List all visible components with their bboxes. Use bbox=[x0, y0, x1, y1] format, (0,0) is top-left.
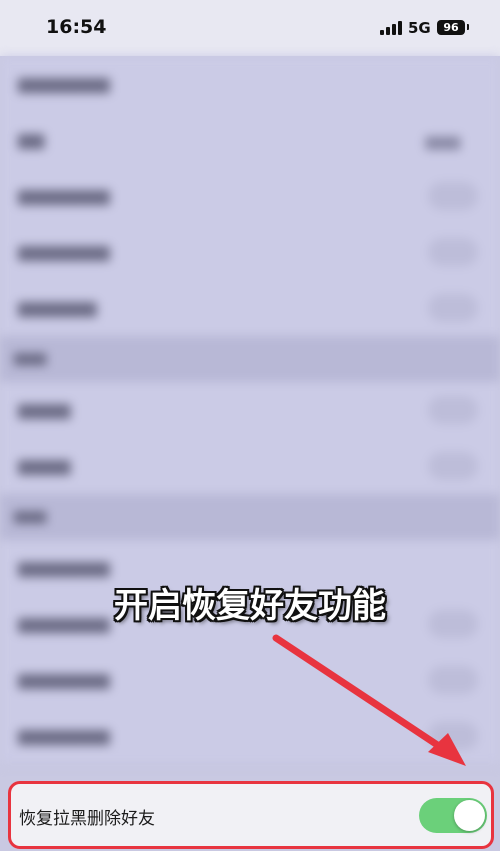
settings-row[interactable]: ▆▆▆▆▆▆▆ bbox=[0, 56, 500, 113]
setting-label: 恢复拉黑删除好友 bbox=[19, 809, 155, 829]
settings-row[interactable]: ▆▆▆▆▆▆▆ bbox=[0, 708, 500, 765]
settings-row[interactable]: ▆▆▆▆▆▆▆ bbox=[0, 652, 500, 709]
network-type: 5G bbox=[408, 19, 431, 37]
settings-row[interactable]: ▆▆▆▆▆▆▆ bbox=[0, 224, 500, 281]
settings-row[interactable]: ▆▆▆▆ bbox=[0, 438, 500, 495]
status-time: 16:54 bbox=[46, 16, 107, 38]
battery-tip bbox=[467, 24, 469, 30]
cellular-signal-icon bbox=[380, 21, 402, 35]
section-header: ▆▆▆ bbox=[0, 336, 500, 382]
restore-friends-toggle[interactable] bbox=[419, 798, 487, 833]
settings-row[interactable]: ▆▆▆▆▆▆ bbox=[0, 280, 500, 337]
section-header: ▆▆▆ bbox=[0, 494, 500, 540]
instruction-caption: 开启恢复好友功能 bbox=[114, 586, 386, 626]
settings-row[interactable]: ▆▆▆▆ bbox=[0, 382, 500, 439]
battery-icon: 96 bbox=[437, 20, 465, 35]
setting-row-restore-friends[interactable]: 恢复拉黑删除好友 bbox=[8, 781, 494, 849]
status-bar: 16:54 5G 96 bbox=[0, 0, 500, 56]
blurred-settings-list: ▆▆▆▆▆▆▆ ▆▆ ▆▆▆ ▆▆▆▆▆▆▆ ▆▆▆▆▆▆▆ ▆▆▆▆▆▆ ▆▆▆… bbox=[0, 56, 500, 776]
settings-row[interactable]: ▆▆▆▆▆▆▆ bbox=[0, 168, 500, 225]
battery-level: 96 bbox=[443, 21, 459, 34]
toggle-knob bbox=[454, 800, 485, 831]
settings-row[interactable]: ▆▆ ▆▆▆ bbox=[0, 112, 500, 169]
